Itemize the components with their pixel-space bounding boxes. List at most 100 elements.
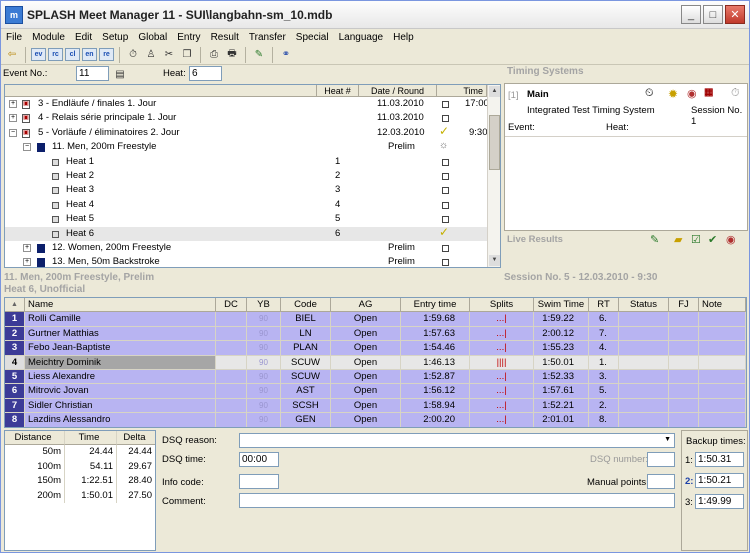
athlete-name[interactable]: Sidler Christian (25, 398, 216, 414)
lane-number[interactable]: 4 (5, 355, 25, 370)
tree-row[interactable]: Heat 2 2 (5, 169, 500, 183)
dsq-reason-select[interactable]: ▼ (239, 433, 675, 448)
athlete-name[interactable]: Lazdins Alessandro (25, 413, 216, 427)
note-cell[interactable] (699, 413, 746, 427)
col-fj[interactable]: FJ (669, 298, 699, 313)
heat-number-input[interactable] (189, 66, 222, 81)
scissors-icon[interactable]: ✂ (161, 47, 177, 63)
clubs-button[interactable]: cl (65, 48, 80, 61)
scroll-up-icon[interactable]: ▲ (489, 86, 500, 97)
edit-icon[interactable]: ✎ (251, 47, 267, 63)
year-of-birth[interactable]: 90 (247, 341, 281, 356)
backup-time-3[interactable] (695, 494, 744, 509)
splits-cell[interactable]: ...| (470, 326, 534, 342)
status-cell[interactable] (619, 355, 669, 370)
athlete-name[interactable]: Gurtner Matthias (25, 326, 216, 342)
approve-icon[interactable]: ✔ (708, 233, 717, 246)
note-cell[interactable] (699, 369, 746, 385)
document-icon[interactable]: ▤ (112, 66, 128, 82)
comment-input[interactable] (239, 493, 675, 508)
tree-row[interactable]: − 11. Men, 200m Freestyle Prelim ☼ (5, 140, 500, 154)
scroll-down-icon[interactable]: ▼ (489, 255, 500, 266)
club-code[interactable]: LN (281, 326, 331, 342)
year-of-birth[interactable]: 90 (247, 413, 281, 427)
result-row[interactable]: 7 Sidler Christian 90 SCSH Open 1:58.94 ...| 1:… (5, 398, 746, 414)
expand-icon[interactable]: + (9, 100, 17, 108)
menu-help[interactable]: Help (388, 32, 419, 43)
age-group[interactable]: Open (331, 369, 401, 385)
athlete-name[interactable]: Meichtry Dominik (25, 355, 216, 370)
link-icon[interactable]: ⚭ (278, 47, 294, 63)
event-number-input[interactable] (76, 66, 109, 81)
status-cell[interactable] (619, 326, 669, 342)
info-code-input[interactable] (239, 474, 279, 489)
year-of-birth[interactable]: 90 (247, 312, 281, 327)
swimmer-icon[interactable]: ♙ (143, 47, 159, 63)
dc-cell[interactable] (216, 413, 247, 427)
club-code[interactable]: AST (281, 384, 331, 399)
dsq-time-input[interactable] (239, 452, 279, 467)
splits-cell[interactable]: ...| (470, 384, 534, 399)
club-code[interactable]: PLAN (281, 341, 331, 356)
copy-icon[interactable]: ❐ (179, 47, 195, 63)
fj-cell[interactable] (669, 398, 699, 414)
club-code[interactable]: SCUW (281, 355, 331, 370)
tree-row[interactable]: + 13. Men, 50m Backstroke Prelim (5, 255, 500, 267)
print-icon[interactable]: 🖶 (224, 47, 240, 63)
entry-time[interactable]: 1:57.63 (401, 326, 470, 342)
check-edit-icon[interactable]: ☑ (691, 233, 701, 246)
col-entry-time[interactable]: Entry time (401, 298, 470, 313)
events-button[interactable]: ev (31, 48, 46, 61)
menu-language[interactable]: Language (334, 32, 389, 43)
tree-row[interactable]: Heat 4 4 (5, 198, 500, 212)
col-status[interactable]: Status (619, 298, 669, 313)
scoreboard-icon[interactable]: ▦ (704, 87, 713, 98)
chevron-down-icon[interactable]: ▼ (664, 436, 671, 443)
entry-time[interactable]: 1:59.68 (401, 312, 470, 327)
dc-cell[interactable] (216, 326, 247, 342)
col-yb[interactable]: YB (247, 298, 281, 313)
entry-time[interactable]: 1:58.94 (401, 398, 470, 414)
swim-time[interactable]: 2:01.01 (534, 413, 589, 427)
tree-row-selected[interactable]: Heat 6 6 ✓ (5, 225, 500, 241)
dc-cell[interactable] (216, 312, 247, 327)
split-row[interactable]: 200m 1:50.01 27.50 (5, 488, 155, 503)
print-preview-icon[interactable]: ⎙ (206, 47, 222, 63)
lane-number[interactable]: 5 (5, 369, 25, 385)
rank[interactable]: 3. (589, 369, 619, 385)
status-cell[interactable] (619, 312, 669, 327)
expand-icon[interactable]: + (23, 258, 31, 267)
result-row[interactable]: 2 Gurtner Matthias 90 LN Open 1:57.63 ...| 2:00… (5, 326, 746, 342)
athlete-name[interactable]: Febo Jean-Baptiste (25, 341, 216, 356)
sun-icon[interactable]: ✹ (668, 87, 678, 101)
split-row[interactable]: 50m 24.44 24.44 (5, 445, 155, 460)
close-button[interactable]: ✕ (725, 5, 745, 24)
status-cell[interactable] (619, 384, 669, 399)
split-row[interactable]: 100m 54.11 29.67 (5, 459, 155, 475)
age-group[interactable]: Open (331, 398, 401, 414)
age-group[interactable]: Open (331, 413, 401, 427)
entry-time[interactable]: 1:54.46 (401, 341, 470, 356)
clock-icon[interactable]: ⏱ (731, 87, 740, 100)
tree-row[interactable]: + 12. Women, 200m Freestyle Prelim (5, 241, 500, 255)
lane-number[interactable]: 1 (5, 312, 25, 327)
note-cell[interactable] (699, 384, 746, 399)
rank[interactable]: 6. (589, 312, 619, 327)
note-cell[interactable] (699, 398, 746, 414)
dc-cell[interactable] (216, 384, 247, 399)
menu-entry[interactable]: Entry (172, 32, 205, 43)
swim-time[interactable]: 1:59.22 (534, 312, 589, 327)
dc-cell[interactable] (216, 341, 247, 356)
collapse-icon[interactable]: − (9, 128, 17, 137)
fj-cell[interactable] (669, 312, 699, 327)
col-note[interactable]: Note (699, 298, 746, 313)
splits-cell[interactable]: ...| (470, 413, 534, 427)
rank[interactable]: 1. (589, 355, 619, 370)
entry-time[interactable]: 1:52.87 (401, 369, 470, 385)
lane-number[interactable]: 6 (5, 384, 25, 399)
records-button[interactable]: rc (48, 48, 63, 61)
swim-time[interactable]: 1:52.21 (534, 398, 589, 414)
status-cell[interactable] (619, 369, 669, 385)
col-rt[interactable]: RT (589, 298, 619, 313)
col-swim-time[interactable]: Swim Time (534, 298, 589, 313)
